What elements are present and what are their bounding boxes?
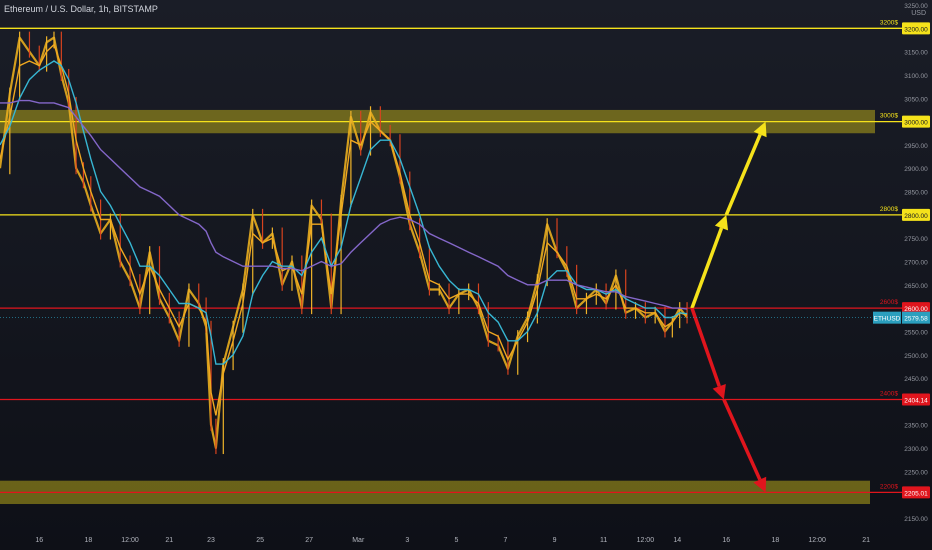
time-tick-label: 23 bbox=[207, 537, 215, 544]
last-price-text: 2579.58 bbox=[904, 316, 928, 323]
time-tick-label: 12:00 bbox=[808, 537, 826, 544]
price-tick-label: 3250.00 bbox=[904, 3, 928, 10]
time-tick-label: 16 bbox=[722, 537, 730, 544]
price-tick-label: 3050.00 bbox=[904, 96, 928, 103]
time-tick-label: 18 bbox=[84, 537, 92, 544]
symbol-title[interactable]: Ethereum / U.S. Dollar, 1h, BITSTAMP bbox=[4, 4, 158, 14]
price-tick-label: 2850.00 bbox=[904, 190, 928, 197]
price-tick-label: 2900.00 bbox=[904, 166, 928, 173]
time-tick-label: 25 bbox=[256, 537, 264, 544]
price-tick-label: 2750.00 bbox=[904, 236, 928, 243]
time-tick-label: 5 bbox=[454, 537, 458, 544]
time-tick-label: 3 bbox=[405, 537, 409, 544]
price-tick-label: 2150.00 bbox=[904, 516, 928, 523]
level-price-text: 3200.00 bbox=[904, 26, 928, 33]
level-price-text: 2404.14 bbox=[904, 397, 928, 404]
symbol-tag-text: ETHUSD bbox=[874, 316, 901, 323]
price-tick-label: 2650.00 bbox=[904, 283, 928, 290]
level-label: 2600$ bbox=[880, 299, 898, 306]
price-tick-label: 2500.00 bbox=[904, 353, 928, 360]
price-tick-label: 2350.00 bbox=[904, 423, 928, 430]
price-chart[interactable]: 3200$ 3200.00 3000$ 3000.00 2800$ 2800.00 2600… bbox=[0, 0, 932, 550]
level-label: 2200$ bbox=[880, 483, 898, 490]
time-tick-label: 7 bbox=[504, 537, 508, 544]
price-tick-label: 2550.00 bbox=[904, 329, 928, 336]
time-tick-label: 11 bbox=[600, 537, 607, 544]
price-tick-label: 3150.00 bbox=[904, 50, 928, 57]
price-tick-label: 2700.00 bbox=[904, 260, 928, 267]
price-tick-label: 2300.00 bbox=[904, 446, 928, 453]
currency-unit: USD bbox=[911, 10, 926, 17]
level-label: 2400$ bbox=[880, 390, 898, 397]
level-label: 2800$ bbox=[880, 206, 898, 213]
level-price-text: 3000.00 bbox=[904, 120, 928, 127]
time-tick-label: 16 bbox=[35, 537, 43, 544]
price-tick-label: 3100.00 bbox=[904, 73, 928, 80]
time-tick-label: 21 bbox=[862, 537, 870, 544]
time-tick-label: 21 bbox=[165, 537, 173, 544]
level-price-text: 2205.01 bbox=[904, 490, 928, 497]
level-label: 3000$ bbox=[880, 113, 898, 120]
level-price-text: 2800.00 bbox=[904, 213, 928, 220]
time-tick-label: 9 bbox=[553, 537, 557, 544]
time-tick-label: 14 bbox=[673, 537, 681, 544]
price-tick-label: 2950.00 bbox=[904, 143, 928, 150]
price-tick-label: 2250.00 bbox=[904, 469, 928, 476]
time-tick-label: Mar bbox=[352, 537, 365, 544]
time-tick-label: 18 bbox=[771, 537, 779, 544]
time-tick-label: 27 bbox=[305, 537, 313, 544]
time-tick-label: 12:00 bbox=[121, 537, 139, 544]
level-label: 3200$ bbox=[880, 19, 898, 26]
price-tick-label: 2450.00 bbox=[904, 376, 928, 383]
time-tick-label: 12:00 bbox=[637, 537, 655, 544]
